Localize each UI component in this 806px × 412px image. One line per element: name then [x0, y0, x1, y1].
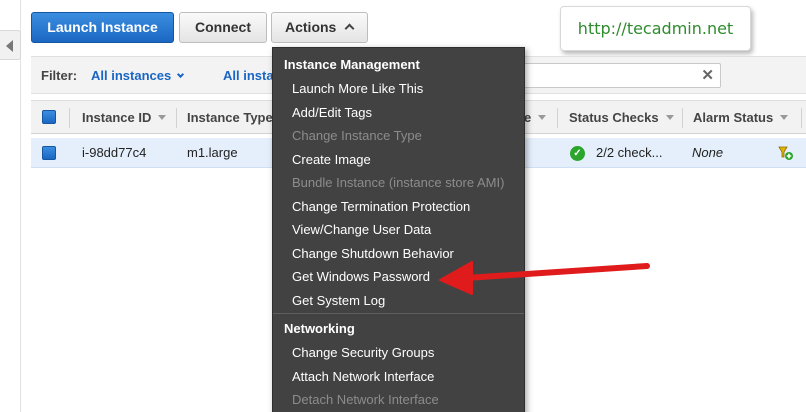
column-header-label: Instance Type: [187, 110, 273, 125]
menu-item-change-security-groups[interactable]: Change Security Groups: [292, 345, 434, 360]
cell-instance-type: m1.large: [187, 145, 238, 160]
left-panel-border: [20, 0, 21, 412]
column-header-instance-id[interactable]: Instance ID: [82, 110, 167, 125]
instance-state-filter-dropdown[interactable]: All instances: [91, 68, 185, 83]
menu-item-change-shutdown-behavior[interactable]: Change Shutdown Behavior: [292, 246, 454, 261]
menu-item-change-instance-type: Change Instance Type: [292, 128, 422, 143]
column-header-alarm-status[interactable]: Alarm Status: [693, 110, 789, 125]
menu-item-bundle-instance-instance-store-ami: Bundle Instance (instance store AMI): [292, 175, 505, 190]
column-separator: [176, 108, 177, 128]
menu-item-detach-network-interface: Detach Network Interface: [292, 392, 439, 407]
menu-section-networking: Networking: [284, 321, 355, 336]
actions-button-label: Actions: [285, 19, 337, 35]
chevron-up-icon: [344, 23, 355, 34]
actions-menu: Instance Management Launch More Like Thi…: [272, 47, 525, 412]
watermark-url: http://tecadmin.net: [560, 6, 751, 51]
menu-item-get-system-log[interactable]: Get System Log: [292, 293, 385, 308]
column-separator: [69, 108, 70, 128]
chevron-left-icon: [6, 40, 13, 52]
menu-divider: [273, 313, 524, 314]
menu-section-instance-management: Instance Management: [284, 57, 420, 72]
cell-status-checks[interactable]: 2/2 check...: [596, 145, 662, 160]
actions-button[interactable]: Actions: [271, 12, 368, 43]
menu-item-attach-network-interface[interactable]: Attach Network Interface: [292, 369, 434, 384]
sort-caret-icon: [780, 115, 789, 120]
column-header-label: Status Checks: [569, 110, 659, 125]
check-circle-icon: ✓: [570, 146, 585, 161]
column-separator: [557, 108, 558, 128]
menu-item-view-change-user-data[interactable]: View/Change User Data: [292, 222, 431, 237]
menu-item-create-image[interactable]: Create Image: [292, 152, 371, 167]
column-separator: [682, 108, 683, 128]
close-icon[interactable]: ✕: [701, 66, 714, 84]
sort-caret-icon: [665, 115, 674, 120]
chevron-down-icon: [177, 70, 185, 79]
ec2-console-screen: Launch Instance Connect Actions http://t…: [0, 0, 806, 412]
column-separator: [801, 108, 802, 128]
menu-item-add-edit-tags[interactable]: Add/Edit Tags: [292, 105, 372, 120]
sort-caret-icon: [538, 115, 547, 120]
alarm-bell-icon[interactable]: [776, 144, 794, 162]
column-header-status-checks[interactable]: Status Checks: [569, 110, 674, 125]
column-header-label: Instance ID: [82, 110, 152, 125]
menu-item-change-termination-protection[interactable]: Change Termination Protection: [292, 199, 470, 214]
sort-caret-icon: [158, 115, 167, 120]
instance-type-filter-dropdown[interactable]: All insta: [223, 68, 273, 83]
filter-label: Filter:: [41, 68, 78, 83]
sidebar-collapse-toggle[interactable]: [0, 30, 21, 60]
menu-item-get-windows-password[interactable]: Get Windows Password: [292, 269, 430, 284]
connect-button[interactable]: Connect: [179, 12, 267, 43]
search-input[interactable]: ✕: [521, 63, 721, 88]
column-header-label: Alarm Status: [693, 110, 774, 125]
cell-alarm-status: None: [692, 145, 724, 160]
column-header-partial[interactable]: e: [524, 110, 547, 125]
column-header-label: e: [524, 110, 532, 125]
instance-state-filter-value: All instances: [91, 68, 172, 83]
cell-instance-id: i-98dd77c4: [82, 145, 147, 160]
launch-instance-button[interactable]: Launch Instance: [31, 12, 174, 43]
select-all-checkbox[interactable]: [42, 110, 56, 124]
row-select-checkbox[interactable]: [42, 146, 56, 160]
menu-item-launch-more-like-this[interactable]: Launch More Like This: [292, 81, 423, 96]
